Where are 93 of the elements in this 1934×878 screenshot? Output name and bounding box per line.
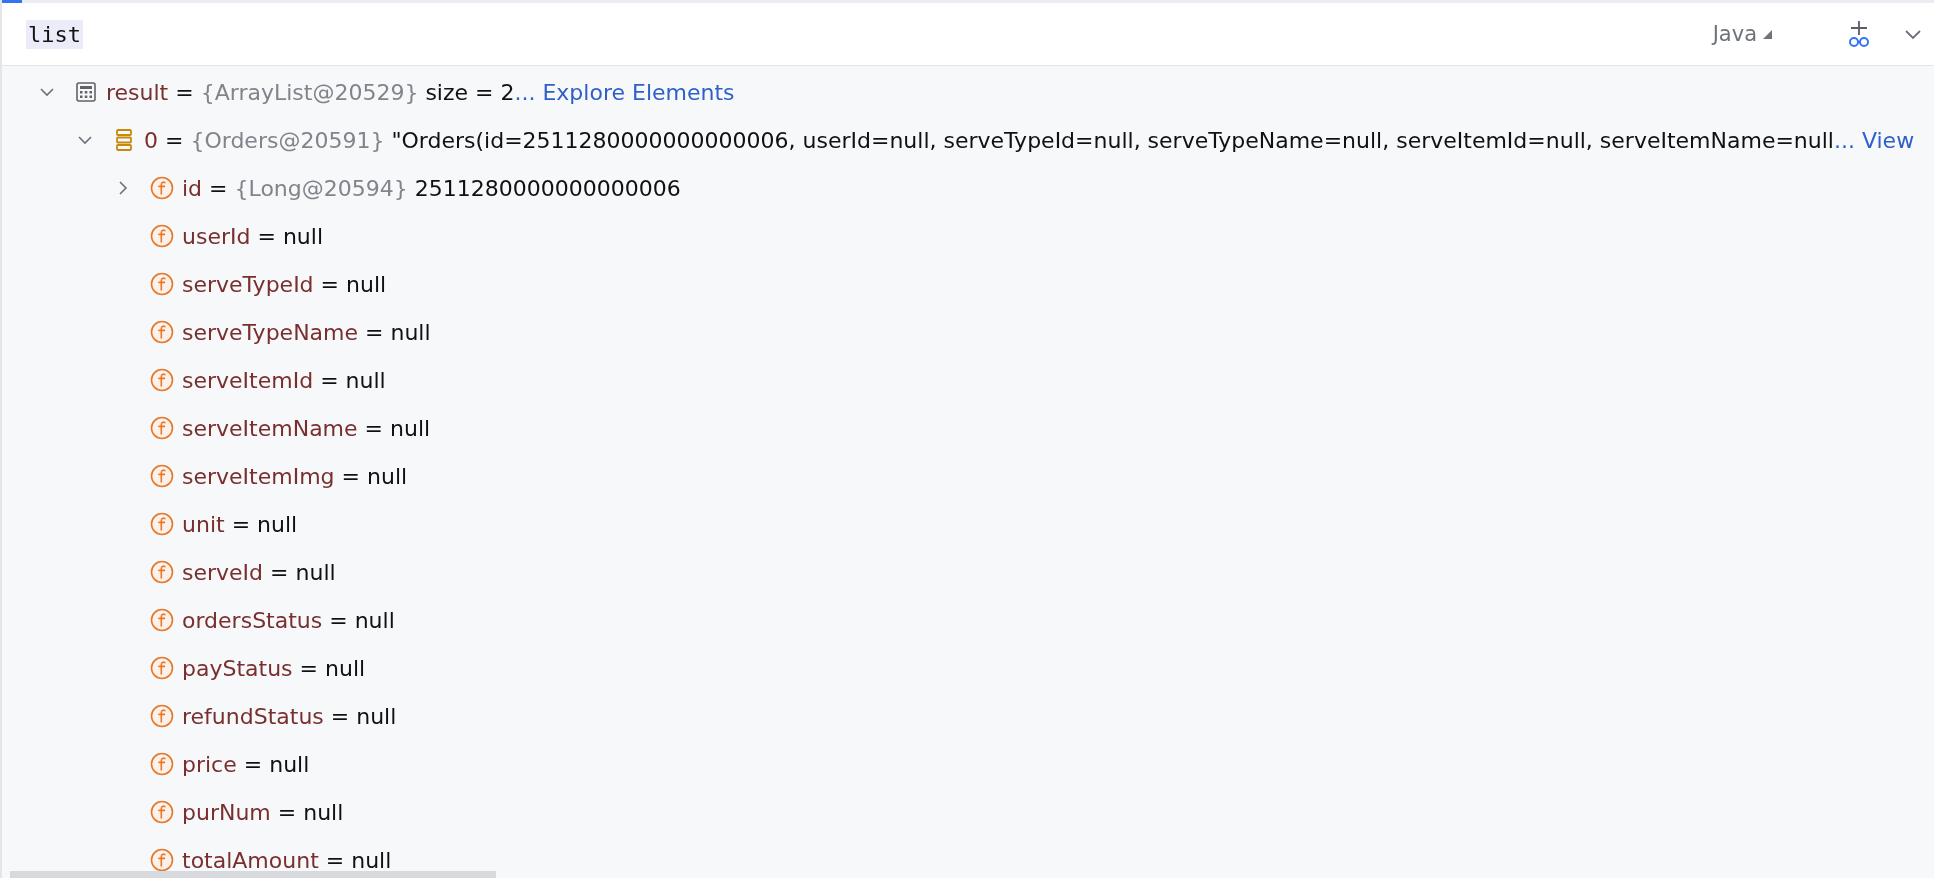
variable-value: null <box>356 703 397 729</box>
variable-value: null <box>345 367 386 393</box>
equals-sign: = <box>277 799 297 825</box>
variable-value: null <box>257 511 298 537</box>
tree-row[interactable]: totalAmount = null <box>2 836 1934 878</box>
variable-name: 0 <box>144 127 158 153</box>
variable-value: null <box>390 415 431 441</box>
expand-link[interactable]: ... View <box>1833 127 1915 153</box>
variable-name: serveId <box>182 559 264 585</box>
variable-name: price <box>182 751 237 777</box>
type-label: {ArrayList@20529} <box>200 79 420 105</box>
tree-row[interactable]: serveTypeId = null <box>2 260 1934 308</box>
calculator-icon <box>74 80 98 104</box>
variable-name: serveTypeName <box>182 319 359 345</box>
tree-row[interactable]: ordersStatus = null <box>2 596 1934 644</box>
variable-value: null <box>282 223 323 249</box>
equals-sign: = <box>299 655 318 681</box>
variable-value: null <box>303 799 344 825</box>
type-label: {Orders@20591} <box>190 127 386 153</box>
equals-sign: = <box>365 319 384 345</box>
expand-link[interactable]: ... Explore Elements <box>514 79 735 105</box>
equals-sign: = <box>330 703 350 729</box>
field-icon <box>150 272 174 296</box>
tree-row[interactable]: id = {Long@20594} 2511280000000000006 <box>2 164 1934 212</box>
tree-row[interactable]: serveId = null <box>2 548 1934 596</box>
variable-name: ordersStatus <box>182 607 323 633</box>
tree-row[interactable]: price = null <box>2 740 1934 788</box>
variable-name: serveTypeId <box>182 271 314 297</box>
variable-name: purNum <box>182 799 271 825</box>
equals-sign: = <box>329 607 348 633</box>
equals-sign: = <box>231 511 251 537</box>
variable-value: null <box>351 847 392 873</box>
variable-name: userId <box>182 223 251 249</box>
field-icon <box>150 368 174 392</box>
variable-name: unit <box>182 511 225 537</box>
field-icon <box>150 464 174 488</box>
equals-sign: = <box>364 415 384 441</box>
field-icon <box>150 704 174 728</box>
field-icon <box>150 848 174 872</box>
field-icon <box>150 416 174 440</box>
equals-sign: = <box>175 79 194 105</box>
equals-sign: = <box>257 223 276 249</box>
tree-row[interactable]: serveItemId = null <box>2 356 1934 404</box>
tree-row[interactable]: unit = null <box>2 500 1934 548</box>
variable-name: serveItemImg <box>182 463 335 489</box>
variable-value: "Orders(id=2511280000000000006, userId=null, serveTypeId=null, serveTypeName=null, serveItemId=null, serveItemName=null <box>391 127 1834 153</box>
variable-value: null <box>390 319 431 345</box>
tree-row[interactable]: purNum = null <box>2 788 1934 836</box>
tree-row[interactable]: serveTypeName = null <box>2 308 1934 356</box>
equals-sign: = <box>320 271 340 297</box>
variable-value: null <box>295 559 336 585</box>
equals-sign: = <box>320 367 339 393</box>
variable-name: payStatus <box>182 655 293 681</box>
expression-text[interactable]: list <box>26 19 83 49</box>
equals-sign: = <box>243 751 263 777</box>
tree-row[interactable]: result = {ArrayList@20529} size = 2... Explore Elements <box>2 68 1934 116</box>
tree-row[interactable]: serveItemName = null <box>2 404 1934 452</box>
variable-value: null <box>367 463 408 489</box>
equals-sign: = <box>341 463 360 489</box>
variable-name: totalAmount <box>182 847 319 873</box>
variable-value: null <box>354 607 395 633</box>
tree-row[interactable]: userId = null <box>2 212 1934 260</box>
variable-value: 2511280000000000006 <box>414 175 681 201</box>
field-icon <box>150 800 174 824</box>
type-label: {Long@20594} <box>234 175 409 201</box>
equals-sign: = <box>325 847 345 873</box>
field-icon <box>150 752 174 776</box>
tree-row[interactable]: serveItemImg = null <box>2 452 1934 500</box>
field-icon <box>150 176 174 200</box>
equals-sign: = <box>209 175 228 201</box>
field-icon <box>150 320 174 344</box>
variable-name: refundStatus <box>182 703 324 729</box>
variable-value: null <box>269 751 310 777</box>
field-icon <box>150 512 174 536</box>
tree-row[interactable]: 0 = {Orders@20591} "Orders(id=2511280000000000006, userId=null, serveTypeId=null, serveTypeName=null, serveItemId=null, serveItemName=null... View <box>2 116 1934 164</box>
scrollbar[interactable] <box>10 871 496 878</box>
equals-sign: = <box>165 127 184 153</box>
field-icon <box>150 224 174 248</box>
variable-value: size = 2 <box>425 79 515 105</box>
tree-row[interactable]: refundStatus = null <box>2 692 1934 740</box>
field-icon <box>150 560 174 584</box>
variable-name: id <box>182 175 203 201</box>
variable-value: null <box>325 655 366 681</box>
triangle-icon <box>1763 29 1772 39</box>
equals-sign: = <box>270 559 289 585</box>
tree-row[interactable]: payStatus = null <box>2 644 1934 692</box>
field-icon <box>150 608 174 632</box>
variable-name: serveItemName <box>182 415 358 441</box>
language-selector[interactable]: Java <box>1712 22 1772 46</box>
variable-value: null <box>346 271 387 297</box>
variable-name: serveItemId <box>182 367 314 393</box>
variable-name: result <box>106 79 169 105</box>
field-icon <box>150 656 174 680</box>
